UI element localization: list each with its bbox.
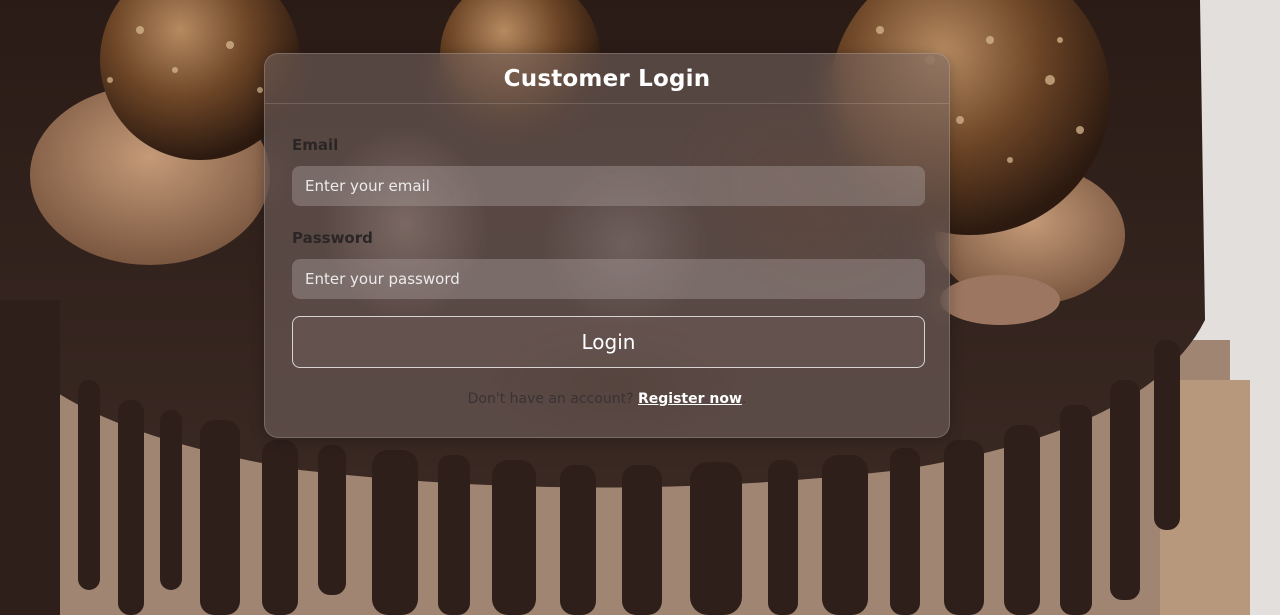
page-title: Customer Login bbox=[503, 65, 711, 92]
login-card: Customer Login Email Password Login Don'… bbox=[264, 53, 950, 438]
register-link[interactable]: Register now bbox=[638, 391, 742, 407]
password-label: Password bbox=[292, 229, 373, 247]
register-prompt-text: Don't have an account? bbox=[467, 391, 634, 407]
email-label: Email bbox=[292, 136, 339, 154]
password-field[interactable] bbox=[292, 259, 925, 299]
login-button[interactable]: Login bbox=[292, 316, 925, 368]
email-field[interactable] bbox=[292, 166, 925, 206]
card-header: Customer Login bbox=[265, 54, 949, 104]
register-suffix: . bbox=[741, 391, 747, 407]
register-prompt-line: Don't have an account? Register now. bbox=[265, 391, 949, 407]
